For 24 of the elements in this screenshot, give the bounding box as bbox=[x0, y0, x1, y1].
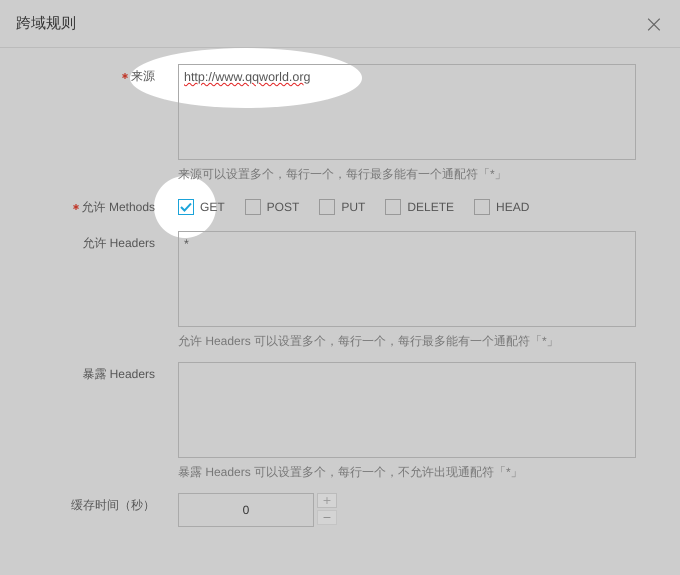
checkbox[interactable] bbox=[319, 199, 336, 215]
number-field[interactable]: 0 bbox=[178, 493, 314, 527]
text-area[interactable]: http://www.qqworld.org bbox=[178, 64, 636, 160]
checkbox-label: PUT bbox=[341, 200, 366, 214]
text-area[interactable]: * bbox=[178, 231, 636, 327]
field-label: 暴露 Headers bbox=[82, 366, 155, 382]
checkbox[interactable] bbox=[178, 199, 194, 215]
checkbox-label: DELETE bbox=[407, 200, 454, 214]
close-button[interactable]: × bbox=[640, 10, 668, 38]
dialog-title: 跨域规则 bbox=[16, 14, 76, 33]
checkbox[interactable] bbox=[385, 199, 402, 215]
checkbox-label: GET bbox=[200, 200, 225, 214]
checkbox-label: POST bbox=[266, 200, 300, 214]
hint-text: 暴露 Headers 可以设置多个，每行一个，不允许出现通配符「*」 bbox=[178, 464, 524, 481]
hint-text: 来源可以设置多个，每行一个，每行最多能有一个通配符「*」 bbox=[178, 166, 508, 183]
field-label: 允许 Headers bbox=[82, 234, 155, 252]
field-label: 允许 Methods bbox=[82, 198, 155, 216]
checkbox-label: HEAD bbox=[496, 200, 530, 214]
field-label: 来源 bbox=[131, 68, 155, 84]
checkbox[interactable] bbox=[244, 199, 261, 215]
checkbox[interactable] bbox=[474, 199, 490, 215]
hint-text: 允许 Headers 可以设置多个，每行一个，每行最多能有一个通配符「*」 bbox=[178, 333, 560, 350]
text-area[interactable] bbox=[178, 362, 636, 458]
field-label: 缓存时间（秒） bbox=[71, 496, 155, 514]
